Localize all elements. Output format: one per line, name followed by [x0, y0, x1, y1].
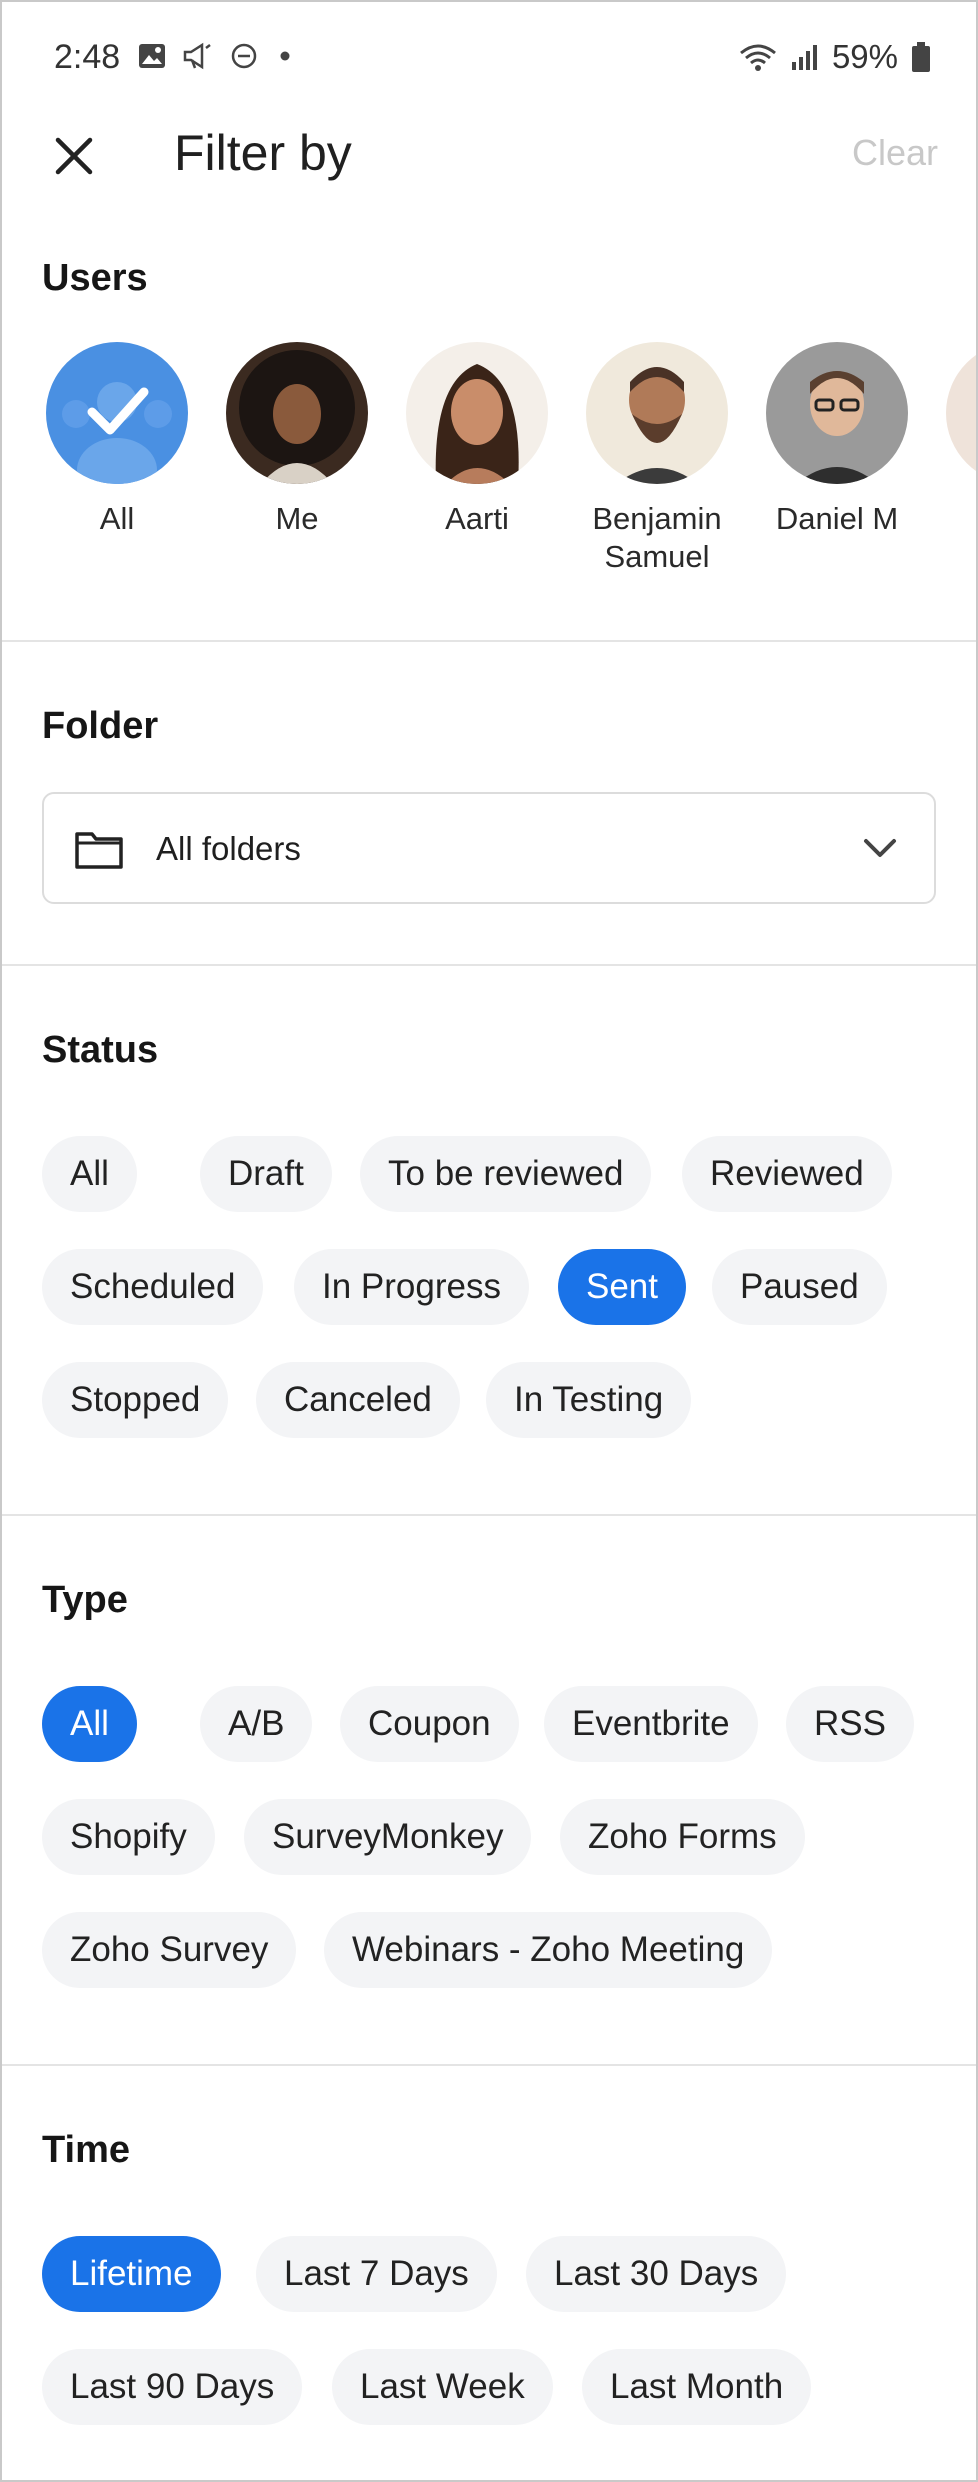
user-name: All [99, 501, 135, 536]
status-chip-reviewed[interactable]: Reviewed [682, 1136, 892, 1212]
user-all[interactable]: All [42, 342, 192, 538]
type-section-title: Type [42, 1579, 128, 1621]
divider [2, 640, 976, 642]
time-chip-last-7-days[interactable]: Last 7 Days [256, 2236, 497, 2312]
time-chip-last-30-days[interactable]: Last 30 Days [526, 2236, 787, 2312]
type-chip-zoho-survey[interactable]: Zoho Survey [42, 1912, 297, 1988]
close-icon [55, 137, 93, 175]
status-chip-in-progress[interactable]: In Progress [294, 1249, 529, 1325]
clear-button[interactable]: Clear [852, 132, 938, 174]
megaphone-icon [183, 42, 211, 70]
status-section-title: Status [42, 1029, 159, 1071]
type-chip-zoho-forms[interactable]: Zoho Forms [560, 1799, 805, 1875]
status-chip-scheduled[interactable]: Scheduled [42, 1249, 264, 1325]
users-group-icon [62, 382, 172, 484]
avatar [946, 342, 976, 484]
user-daniel-m[interactable]: Daniel M [762, 342, 912, 538]
status-chip-sent[interactable]: Sent [558, 1249, 686, 1325]
status-bar: 2:48 59% [2, 2, 976, 112]
avatar [226, 342, 368, 484]
status-chip-canceled[interactable]: Canceled [256, 1362, 460, 1438]
page-title: Filter by [174, 125, 352, 181]
status-chip-draft[interactable]: Draft [200, 1136, 332, 1212]
type-chip-ab[interactable]: A/B [200, 1686, 313, 1762]
user-name: Aarti [445, 501, 509, 536]
header: Filter by Clear [2, 112, 976, 242]
type-chip-eventbrite[interactable]: Eventbrite [544, 1686, 758, 1762]
battery-percent: 59% [831, 38, 898, 75]
dot-icon [280, 51, 290, 61]
type-chip-shopify[interactable]: Shopify [42, 1799, 215, 1875]
avatar [406, 342, 548, 484]
divider [2, 964, 976, 966]
user-aarti[interactable]: Aarti [402, 342, 552, 538]
avatar [586, 342, 728, 484]
users-section-title: Users [42, 257, 148, 299]
type-chip-webinars-zoho-meeting[interactable]: Webinars - Zoho Meeting [324, 1912, 773, 1988]
status-time: 2:48 [54, 38, 121, 76]
notification-icons [138, 42, 296, 70]
status-chip-all[interactable]: All [42, 1136, 137, 1212]
status-chip-to-be-reviewed[interactable]: To be reviewed [360, 1136, 652, 1212]
type-chip-rss[interactable]: RSS [786, 1686, 914, 1762]
folder-icon [75, 832, 123, 869]
folder-dropdown[interactable]: All folders [42, 792, 936, 904]
folder-section-title: Folder [42, 705, 159, 747]
user-name: Daniel M [775, 501, 899, 536]
status-chip-paused[interactable]: Paused [712, 1249, 887, 1325]
time-section-title: Time [42, 2129, 131, 2171]
users-row: All Me Aarti Benjamin Samuel Daniel M [42, 342, 976, 582]
user-me[interactable]: Me [222, 342, 372, 538]
user-name: Me [275, 501, 319, 536]
time-chip-lifetime[interactable]: Lifetime [42, 2236, 221, 2312]
avatar [46, 342, 188, 484]
battery-icon [912, 42, 930, 72]
status-chip-stopped[interactable]: Stopped [42, 1362, 229, 1438]
type-chip-coupon[interactable]: Coupon [340, 1686, 519, 1762]
user-name: Benjamin Samuel [592, 501, 722, 574]
time-chip-last-90-days[interactable]: Last 90 Days [42, 2349, 303, 2425]
user-name: Ja [942, 538, 976, 576]
chevron-down-icon [864, 839, 896, 857]
divider [2, 1514, 976, 1516]
time-chip-last-week[interactable]: Last Week [332, 2349, 553, 2425]
system-icons: 59% [738, 38, 932, 76]
type-chip-surveymonkey[interactable]: SurveyMonkey [244, 1799, 532, 1875]
screen: 2:48 59% Filter by Clear Users All Me Aa… [0, 0, 978, 2482]
time-chip-last-month[interactable]: Last Month [582, 2349, 812, 2425]
signal-icon [791, 45, 817, 70]
wifi-icon [739, 44, 776, 71]
user-benjamin-samuel[interactable]: Benjamin Samuel [582, 342, 732, 576]
dnd-icon [231, 43, 257, 69]
divider [2, 2064, 976, 2066]
type-chip-all[interactable]: All [42, 1686, 137, 1762]
avatar [766, 342, 908, 484]
status-chip-in-testing[interactable]: In Testing [486, 1362, 692, 1438]
gallery-icon [139, 44, 165, 68]
folder-selected-value: All folders [156, 830, 301, 867]
user-ja[interactable]: Ja [942, 342, 976, 576]
close-button[interactable] [46, 128, 102, 184]
